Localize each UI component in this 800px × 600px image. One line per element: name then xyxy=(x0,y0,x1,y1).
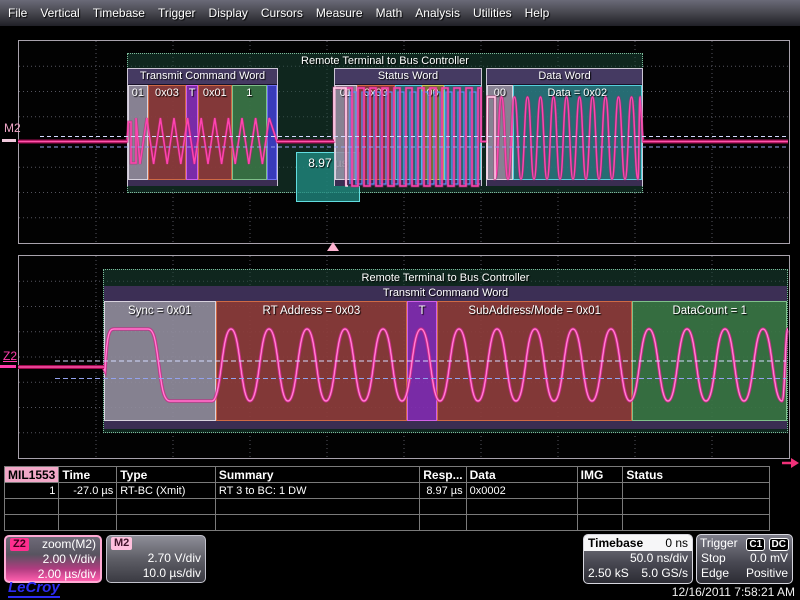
menu-item-trigger[interactable]: Trigger xyxy=(158,6,196,20)
cell-type[interactable]: RT-BC (Xmit) xyxy=(117,483,216,499)
z2-source: zoom(M2) xyxy=(42,537,96,552)
col-type: Type xyxy=(117,467,216,483)
table-row[interactable]: 1 -27.0 µs RT-BC (Xmit) RT 3 to BC: 1 DW… xyxy=(5,483,770,499)
trace-label-z2[interactable]: Z2 xyxy=(3,349,17,363)
m2-tdiv: 10.0 µs/div xyxy=(107,566,205,581)
word-title: Status Word xyxy=(335,69,481,85)
timebase-tdiv: 50.0 ns/div xyxy=(584,551,692,566)
field-rt-address: 0x03 xyxy=(357,85,395,180)
menu-item-analysis[interactable]: Analysis xyxy=(415,6,460,20)
table-header-row: MIL1553 Time Type Summary Resp... Data I… xyxy=(5,467,770,483)
col-status: Status xyxy=(623,467,770,483)
field-sync: 01 xyxy=(335,85,357,180)
trace-descriptor-m2[interactable]: M2 2.70 V/div 10.0 µs/div xyxy=(106,535,206,583)
menu-item-cursors[interactable]: Cursors xyxy=(261,6,303,20)
field-status-bits xyxy=(444,85,481,180)
word-box-data: Data Word 00 Data = 0x02 xyxy=(486,68,643,186)
field-rt-address: RT Address = 0x03 xyxy=(216,301,407,421)
datetime-display: 12/16/2011 7:58:21 AM xyxy=(672,585,795,599)
bus-title: Remote Terminal to Bus Controller xyxy=(104,270,787,286)
bus-title: Remote Terminal to Bus Controller xyxy=(128,54,642,69)
field-rt-address: 0x03 xyxy=(148,85,186,180)
menu-item-timebase[interactable]: Timebase xyxy=(93,6,145,20)
scroll-arrow-icon[interactable] xyxy=(780,455,800,471)
trigger-slope: Positive xyxy=(746,566,788,581)
timebase-rate: 5.0 GS/s xyxy=(641,566,688,581)
cell-index[interactable]: 1 xyxy=(5,483,59,499)
menu-item-help[interactable]: Help xyxy=(525,6,550,20)
menu-item-display[interactable]: Display xyxy=(209,6,248,20)
word-title: Data Word xyxy=(487,69,642,85)
field-sync: 01 xyxy=(128,85,148,180)
cell-status[interactable] xyxy=(623,483,770,499)
menu-item-vertical[interactable]: Vertical xyxy=(40,6,79,20)
field-status-code: 00 xyxy=(422,85,444,180)
oscilloscope-screen: File Vertical Timebase Trigger Display C… xyxy=(0,0,800,600)
menu-item-measure[interactable]: Measure xyxy=(316,6,363,20)
trace-label-m2[interactable]: M2 xyxy=(4,121,21,135)
trigger-level: 0.0 mV xyxy=(750,551,788,566)
field-subaddress-mode: SubAddress/Mode = 0x01 xyxy=(437,301,632,421)
cell-resp[interactable]: 8.97 µs xyxy=(420,483,466,499)
word-box-status: Status Word 01 0x03 00 xyxy=(334,68,482,186)
field-status-bits xyxy=(395,85,422,180)
decode-result-table: MIL1553 Time Type Summary Resp... Data I… xyxy=(4,466,770,531)
bus-protocol-badge[interactable]: MIL1553 xyxy=(5,467,59,483)
field-parity xyxy=(267,85,277,180)
cell-img[interactable] xyxy=(577,483,623,499)
m2-vdiv: 2.70 V/div xyxy=(107,551,205,566)
col-img: IMG xyxy=(577,467,623,483)
trigger-source-chip: C1 xyxy=(746,538,765,551)
m2-chip: M2 xyxy=(111,537,132,550)
trace-descriptor-z2[interactable]: Z2 zoom(M2) 2.00 V/div 2.00 µs/div xyxy=(4,535,102,583)
trigger-type: Edge xyxy=(701,566,729,581)
timebase-descriptor[interactable]: Timebase 0 ns 50.0 ns/div 2.50 kS 5.0 GS… xyxy=(583,534,693,584)
col-time: Time xyxy=(59,467,117,483)
trace-indicator-z2 xyxy=(0,365,16,368)
zoom-position-marker[interactable] xyxy=(327,242,339,251)
field-sync: Sync = 0x01 xyxy=(104,301,216,421)
word-box-transmit-command: Transmit Command Word 01 0x03 T 0x01 1 xyxy=(127,68,278,186)
word-title: Transmit Command Word xyxy=(104,286,787,301)
field-subaddress: 0x01 xyxy=(198,85,232,180)
trigger-coupling-chip: DC xyxy=(769,538,789,551)
table-row-empty xyxy=(5,499,770,515)
menu-item-math[interactable]: Math xyxy=(376,6,403,20)
trigger-title: Trigger xyxy=(700,535,738,551)
field-datacount: 1 xyxy=(232,85,268,180)
cell-data[interactable]: 0x0002 xyxy=(466,483,577,499)
menu-item-utilities[interactable]: Utilities xyxy=(473,6,512,20)
col-resp: Resp... xyxy=(420,467,466,483)
timebase-title: Timebase xyxy=(588,535,643,551)
trigger-descriptor[interactable]: Trigger C1 DC Stop 0.0 mV Edge Positive xyxy=(696,534,793,584)
field-datacount: DataCount = 1 xyxy=(632,301,787,421)
cell-time[interactable]: -27.0 µs xyxy=(59,483,117,499)
z2-chip: Z2 xyxy=(10,538,29,551)
trigger-mode: Stop xyxy=(701,551,726,566)
field-tr-bit: T xyxy=(186,85,198,180)
col-summary: Summary xyxy=(215,467,419,483)
field-sync: 00 xyxy=(487,85,513,180)
lecroy-logo: LeCroy xyxy=(8,580,60,598)
field-tr-bit: T xyxy=(407,301,437,421)
field-data-value: Data = 0x02 xyxy=(513,85,642,180)
z2-vdiv: 2.00 V/div xyxy=(6,552,100,567)
col-data: Data xyxy=(466,467,577,483)
mil1553-decode-overlay: Remote Terminal to Bus Controller Transm… xyxy=(103,269,788,433)
menu-bar: File Vertical Timebase Trigger Display C… xyxy=(0,0,800,27)
word-title: Transmit Command Word xyxy=(128,69,277,85)
trace-indicator-m2 xyxy=(2,139,16,142)
menu-item-file[interactable]: File xyxy=(8,6,27,20)
waveform-panel-m2[interactable]: Remote Terminal to Bus Controller Transm… xyxy=(18,40,790,244)
table-row-empty xyxy=(5,515,770,531)
waveform-panel-z2[interactable]: Remote Terminal to Bus Controller Transm… xyxy=(18,255,790,459)
timebase-offset: 0 ns xyxy=(665,535,688,551)
cell-summary[interactable]: RT 3 to BC: 1 DW xyxy=(215,483,419,499)
timebase-samples: 2.50 kS xyxy=(588,566,629,581)
